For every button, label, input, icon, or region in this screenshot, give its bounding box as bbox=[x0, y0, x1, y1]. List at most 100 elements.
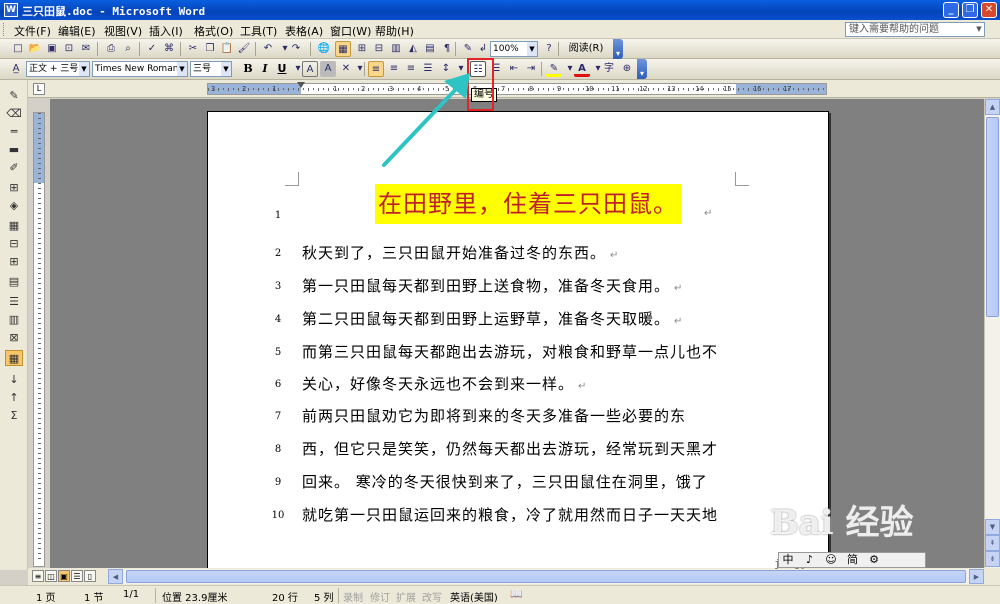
minimize-button[interactable]: _ bbox=[943, 2, 959, 18]
print-preview-icon[interactable]: ⌕ bbox=[120, 41, 136, 57]
spelling-status-icon[interactable]: 📖 bbox=[510, 589, 522, 600]
status-overtype[interactable]: 改写 bbox=[422, 589, 442, 604]
tab-selector-icon[interactable]: L bbox=[33, 83, 45, 95]
copy-icon[interactable]: ❐ bbox=[202, 41, 218, 57]
formatting-options-icon[interactable]: ▾ bbox=[637, 59, 647, 79]
ime-simplified-icon[interactable]: 简 bbox=[844, 553, 862, 567]
char-border-icon[interactable]: A bbox=[302, 61, 318, 77]
tables-borders-icon[interactable]: ▦ bbox=[335, 41, 351, 57]
line-text[interactable]: 回来。 寒冷的冬天很快到来了，三只田鼠住在洞里，饿了 bbox=[302, 471, 708, 492]
menu-window[interactable]: 窗口(W) bbox=[330, 23, 371, 39]
help-icon[interactable]: ? bbox=[541, 41, 557, 57]
font-color-icon[interactable]: A bbox=[574, 61, 590, 77]
status-track-changes[interactable]: 修订 bbox=[370, 589, 390, 604]
hyperlink-icon[interactable]: 🌐 bbox=[316, 41, 332, 57]
ink-annotation-icon[interactable]: ↲ bbox=[475, 41, 491, 57]
insert-table-left-icon[interactable]: ▦ bbox=[5, 218, 23, 234]
line-text[interactable]: 而第三只田鼠每天都跑出去游玩，对粮食和野草一点儿也不 bbox=[302, 341, 718, 362]
sort-descending-icon[interactable]: ↑ bbox=[5, 390, 23, 406]
insert-table-icon[interactable]: ⊞ bbox=[354, 41, 370, 57]
open-folder-icon[interactable]: 📂 bbox=[27, 41, 43, 57]
save-icon[interactable]: ▣ bbox=[44, 41, 60, 57]
show-hide-icon[interactable]: ¶ bbox=[439, 41, 455, 57]
indent-marker-icon[interactable] bbox=[297, 82, 305, 88]
document-page[interactable]: 1 在田野里，住着三只田鼠。 ↵ 2 秋天到了，三只田鼠开始准备过冬的东西。 ↵ … bbox=[207, 111, 829, 568]
redo-icon[interactable]: ↷ bbox=[288, 41, 304, 57]
line-text[interactable]: 秋天到了，三只田鼠开始准备过冬的东西。 ↵ bbox=[302, 242, 618, 263]
research-icon[interactable]: ⌘ bbox=[161, 41, 177, 57]
read-mode-button[interactable]: 阅读(R) bbox=[561, 41, 611, 57]
line-text[interactable]: 西，但它只是笑笑，仍然每天都出去游玩，经常玩到天黑才 bbox=[302, 438, 718, 459]
document-title[interactable]: 在田野里，住着三只田鼠。 bbox=[375, 184, 681, 224]
scroll-up-icon[interactable]: ▲ bbox=[985, 99, 1000, 115]
maximize-button[interactable]: ❐ bbox=[962, 2, 978, 18]
status-record[interactable]: 录制 bbox=[343, 589, 363, 604]
eraser-icon[interactable]: ⌫ bbox=[5, 106, 23, 122]
line-text[interactable]: 过去，每天都无所事事地待在洞里，做着同样的游戏，吃着 bbox=[302, 537, 718, 558]
email-icon[interactable]: ✉ bbox=[78, 41, 94, 57]
menu-insert[interactable]: 插入(I) bbox=[149, 23, 183, 39]
enclose-char-icon[interactable]: ⊕ bbox=[619, 61, 635, 77]
help-dropdown-icon[interactable]: ▼ bbox=[974, 23, 984, 36]
style-select[interactable]: 正文 + 三号 ▼ bbox=[26, 61, 90, 77]
increase-indent-icon[interactable]: ⇥ bbox=[523, 61, 539, 77]
split-cells-icon[interactable]: ⊞ bbox=[5, 254, 23, 270]
menu-edit[interactable]: 编辑(E) bbox=[58, 23, 96, 39]
print-icon[interactable]: ⎙ bbox=[103, 41, 119, 57]
line-style-icon[interactable]: ═ bbox=[5, 124, 23, 140]
horizontal-scroll-thumb[interactable] bbox=[126, 570, 966, 583]
vertical-ruler[interactable] bbox=[33, 112, 45, 567]
menu-view[interactable]: 视图(V) bbox=[104, 23, 142, 39]
drawing-icon[interactable]: ◭ bbox=[405, 41, 421, 57]
decrease-indent-icon[interactable]: ⇤ bbox=[506, 61, 522, 77]
status-extend[interactable]: 扩展 bbox=[396, 589, 416, 604]
cut-icon[interactable]: ✂ bbox=[185, 41, 201, 57]
font-size-select[interactable]: 三号 ▼ bbox=[190, 61, 232, 77]
phonetic-guide-icon[interactable]: 字 bbox=[601, 61, 617, 77]
menu-file[interactable]: 文件(F) bbox=[14, 23, 51, 39]
sort-ascending-icon[interactable]: ↓ bbox=[5, 372, 23, 388]
ime-punctuation-icon[interactable]: ♪ bbox=[801, 553, 819, 567]
border-color-icon[interactable]: ✐ bbox=[5, 160, 23, 176]
underline-button[interactable]: U bbox=[274, 61, 290, 77]
merge-cells-icon[interactable]: ⊟ bbox=[5, 236, 23, 252]
spelling-icon[interactable]: ✓ bbox=[144, 41, 160, 57]
toolbar-options-icon[interactable]: ▾ bbox=[613, 39, 623, 59]
zoom-dropdown-icon[interactable]: ▼ bbox=[527, 42, 537, 56]
highlight-icon[interactable]: ✎ bbox=[546, 61, 562, 77]
ime-chinese-icon[interactable]: 中 bbox=[779, 553, 797, 567]
line-weight-icon[interactable]: ▬ bbox=[5, 142, 23, 158]
print-view-icon[interactable]: ▣ bbox=[58, 570, 70, 582]
menu-help[interactable]: 帮助(H) bbox=[375, 23, 414, 39]
line-text[interactable]: 第一只田鼠每天都到田野上送食物，准备冬天食用。 ↵ bbox=[302, 275, 682, 296]
autosum-icon[interactable]: Σ bbox=[5, 408, 23, 424]
ime-emoji-icon[interactable]: ☺ bbox=[822, 553, 840, 567]
borders-icon[interactable]: ⊞ bbox=[5, 180, 23, 196]
horizontal-scrollbar[interactable]: ◀ ▶ bbox=[108, 569, 984, 584]
pencil-icon[interactable]: ✎ bbox=[5, 88, 23, 104]
line-text[interactable]: 就吃第一只田鼠运回来的粮食，冷了就用然而日子一天天地 bbox=[302, 504, 718, 525]
scroll-left-icon[interactable]: ◀ bbox=[108, 569, 123, 584]
style-dropdown-icon[interactable]: ▼ bbox=[79, 62, 89, 76]
normal-view-icon[interactable]: ≡ bbox=[32, 570, 44, 582]
format-painter-icon[interactable]: 🖌 bbox=[236, 41, 252, 57]
insert-excel-icon[interactable]: ⊟ bbox=[371, 41, 387, 57]
line-text[interactable]: 第二只田鼠每天都到田野上运野草，准备冬天取暖。 ↵ bbox=[302, 308, 682, 329]
permission-icon[interactable]: ⊡ bbox=[61, 41, 77, 57]
ime-settings-icon[interactable]: ⚙ bbox=[865, 553, 883, 567]
menu-format[interactable]: 格式(O) bbox=[194, 23, 233, 39]
ink-icon[interactable]: ✎ bbox=[460, 41, 476, 57]
styles-formatting-icon[interactable]: A̲ bbox=[8, 61, 24, 77]
web-view-icon[interactable]: ◫ bbox=[45, 570, 57, 582]
bold-button[interactable]: B bbox=[240, 61, 256, 77]
menu-grip[interactable] bbox=[3, 23, 6, 36]
autoformat-icon[interactable]: ⊠ bbox=[5, 330, 23, 346]
table-properties-icon[interactable]: ▦ bbox=[5, 350, 23, 366]
distribute-columns-icon[interactable]: ▥ bbox=[5, 312, 23, 328]
char-scaling-dropdown-icon[interactable]: ▾ bbox=[352, 61, 368, 77]
close-button[interactable]: ✕ bbox=[981, 2, 997, 18]
new-document-icon[interactable]: □ bbox=[10, 41, 26, 57]
zoom-select[interactable]: 100% ▼ bbox=[490, 41, 538, 57]
font-select[interactable]: Times New Roman ▼ bbox=[92, 61, 188, 77]
word-app-icon[interactable]: W bbox=[4, 3, 18, 17]
